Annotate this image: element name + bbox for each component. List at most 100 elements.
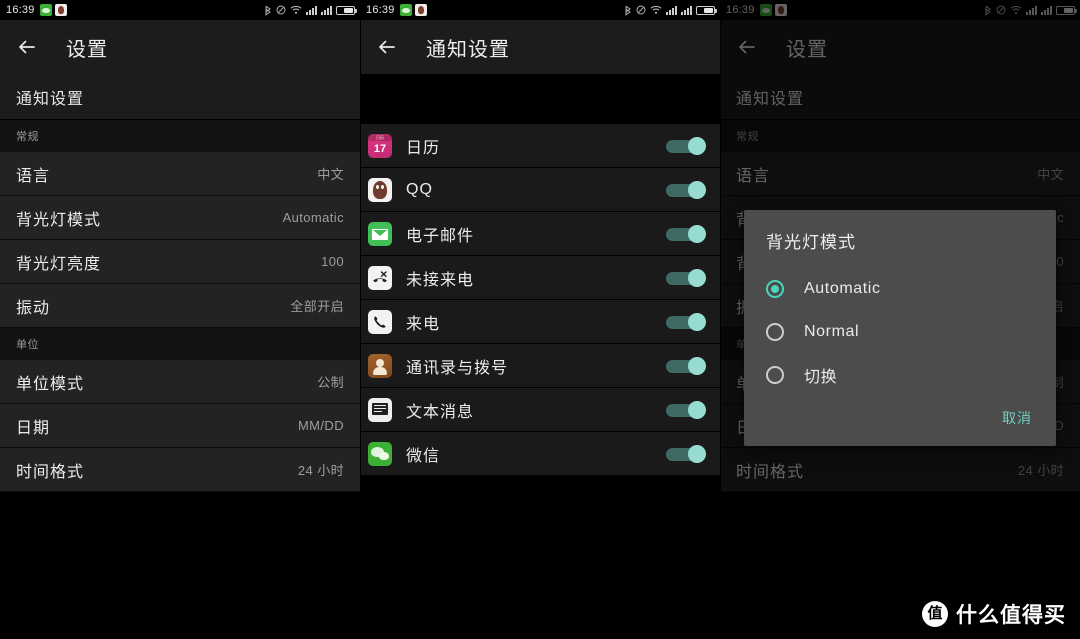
notification-settings-label: 通知设置 (16, 90, 85, 108)
back-arrow-icon[interactable] (374, 34, 400, 60)
list-end-spacer (0, 492, 360, 498)
bluetooth-icon (265, 5, 271, 16)
missed-call-icon (368, 265, 392, 290)
settings-list: 通知设置 常规 语言 中文 背光灯模式 Automatic 背光灯亮度 100 … (0, 74, 360, 498)
signal-icon-2 (681, 5, 692, 15)
cancel-button[interactable]: 取消 (1000, 404, 1034, 432)
toggle-qq[interactable] (666, 180, 706, 199)
list-item-wechat[interactable]: 微信 (360, 432, 720, 476)
setting-value: Automatic (282, 210, 344, 225)
battery-icon (696, 5, 717, 15)
setting-value: MM/DD (297, 418, 344, 433)
backlight-mode-dialog: 背光灯模式 Automatic Normal 切换 取消 (744, 210, 1056, 446)
sms-icon (368, 397, 392, 422)
toggle-missed-call[interactable] (666, 268, 706, 287)
dialog-actions: 取消 (744, 396, 1056, 442)
list-item-incoming-call[interactable]: 来电 (360, 300, 720, 344)
list-item-label: 文本消息 (406, 403, 475, 421)
battery-icon (336, 5, 357, 15)
email-icon (368, 221, 392, 246)
radio-unchecked-icon[interactable] (766, 365, 784, 384)
panel-settings-with-dialog: 16:39 (720, 0, 1080, 639)
status-bar-clock: 16:39 (366, 4, 395, 16)
setting-label: 背光灯亮度 (16, 255, 102, 273)
watermark: 值 什么值得买 (922, 599, 1066, 629)
toggle-email[interactable] (666, 224, 706, 243)
section-header-units: 单位 (0, 328, 360, 360)
calendar-icon-day: 17 (373, 142, 387, 155)
list-item-calendar[interactable]: 日历 17 日历 (360, 124, 720, 168)
setting-label: 语言 (16, 167, 51, 185)
radio-checked-icon[interactable] (766, 279, 784, 298)
list-item-text-message[interactable]: 文本消息 (360, 388, 720, 432)
setting-value: 公制 (317, 375, 344, 390)
list-item-label: QQ (406, 180, 433, 198)
setting-label: 日期 (16, 419, 51, 437)
wifi-icon (290, 5, 302, 14)
setting-row-time-format[interactable]: 时间格式 24 小时 (0, 448, 360, 492)
list-item-email[interactable]: 电子邮件 (360, 212, 720, 256)
app-bar: 通知设置 (360, 20, 720, 74)
wechat-notification-icon (39, 4, 52, 16)
radio-option-automatic[interactable]: Automatic (744, 267, 1056, 310)
calendar-icon-header: 日历 (368, 133, 392, 141)
status-bar: 16:39 (360, 0, 720, 20)
status-bar-system-icons (624, 5, 717, 16)
wechat-icon (368, 441, 392, 466)
section-header-general: 常规 (0, 120, 360, 152)
status-bar: 16:39 (0, 0, 360, 20)
list-item-label: 未接来电 (406, 271, 475, 289)
mute-icon (636, 5, 646, 15)
app-bar: 设置 (0, 20, 360, 74)
toggle-calendar[interactable] (666, 136, 706, 155)
watermark-logo-icon: 值 (922, 601, 948, 627)
screenshot-root: 16:39 设置 通知设置 常规 语言 中文 背光灯模式 Automatic 背… (0, 0, 1080, 639)
list-item-qq[interactable]: QQ (360, 168, 720, 212)
radio-option-label: Automatic (804, 279, 881, 297)
signal-icon-1 (666, 5, 677, 15)
setting-label: 背光灯模式 (16, 211, 102, 229)
wechat-notification-icon (399, 4, 412, 16)
sidebar-item-notification-settings[interactable]: 通知设置 (0, 74, 360, 120)
setting-row-language[interactable]: 语言 中文 (0, 152, 360, 196)
setting-row-unit-mode[interactable]: 单位模式 公制 (0, 360, 360, 404)
status-bar-notification-icons (39, 4, 67, 16)
setting-row-backlight-brightness[interactable]: 背光灯亮度 100 (0, 240, 360, 284)
toggle-contacts-dialer[interactable] (666, 356, 706, 375)
radio-unchecked-icon[interactable] (766, 322, 784, 341)
radio-option-toggle[interactable]: 切换 (744, 353, 1056, 396)
list-item-label: 来电 (406, 315, 441, 333)
qq-notification-icon (54, 4, 67, 16)
list-top-spacer (360, 74, 720, 124)
panel-notification-settings: 16:39 通知设置 日历 17 日历 QQ 电子邮件 未接来电 来电 通讯录与… (360, 0, 720, 639)
list-item-missed-call[interactable]: 未接来电 (360, 256, 720, 300)
notification-app-list: 日历 17 日历 QQ 电子邮件 未接来电 来电 通讯录与拨号 文本消息 微信 (360, 124, 720, 482)
toggle-wechat[interactable] (666, 444, 706, 463)
mute-icon (276, 5, 286, 15)
toggle-incoming-call[interactable] (666, 312, 706, 331)
list-item-contacts-dialer[interactable]: 通讯录与拨号 (360, 344, 720, 388)
radio-option-label: Normal (804, 322, 860, 340)
page-title: 通知设置 (426, 38, 510, 61)
contacts-icon (368, 353, 392, 378)
list-item-label: 微信 (406, 447, 441, 465)
list-end-spacer (360, 476, 720, 482)
list-item-label: 通讯录与拨号 (406, 359, 509, 377)
signal-icon-1 (306, 5, 317, 15)
wifi-icon (650, 5, 662, 14)
list-item-label: 日历 (406, 139, 441, 157)
setting-value: 全部开启 (290, 299, 344, 314)
setting-row-backlight-mode[interactable]: 背光灯模式 Automatic (0, 196, 360, 240)
back-arrow-icon[interactable] (14, 34, 40, 60)
setting-label: 时间格式 (16, 463, 85, 481)
signal-icon-2 (321, 5, 332, 15)
incoming-call-icon (368, 309, 392, 334)
toggle-text-message[interactable] (666, 400, 706, 419)
setting-row-vibration[interactable]: 振动 全部开启 (0, 284, 360, 328)
radio-option-normal[interactable]: Normal (744, 310, 1056, 353)
radio-option-label: 切换 (804, 368, 838, 386)
bluetooth-icon (625, 5, 631, 16)
qq-icon (368, 177, 392, 202)
status-bar-system-icons (264, 5, 357, 16)
setting-row-date[interactable]: 日期 MM/DD (0, 404, 360, 448)
